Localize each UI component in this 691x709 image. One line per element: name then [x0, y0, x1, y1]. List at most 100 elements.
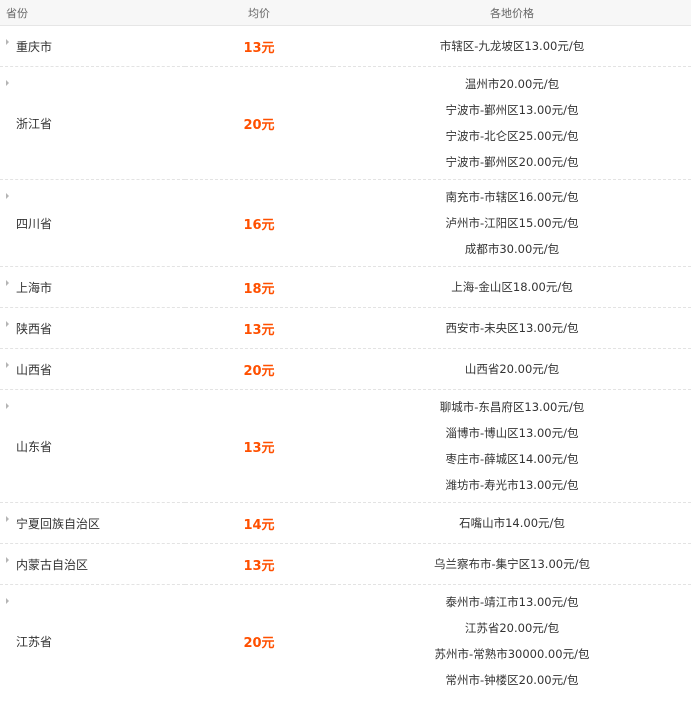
province-cell: 江苏省	[0, 585, 185, 698]
average-price-cell: 16元	[185, 179, 333, 267]
table-row[interactable]: 江苏省 20元 泰州市-靖江市13.00元/包 江苏省20.00元/包 苏州市-常熟市3…	[0, 585, 691, 698]
province-cell: 上海市	[0, 266, 185, 308]
regional-prices-cell: 聊城市-东昌府区13.00元/包 淄博市-博山区13.00元/包 枣庄市-薛城区14…	[333, 389, 691, 503]
regional-price-list: 石嘴山市14.00元/包	[333, 510, 691, 536]
province-name: 重庆市	[16, 39, 53, 54]
average-price-cell: 13元	[185, 543, 333, 585]
regional-price-item: 淄博市-博山区13.00元/包	[445, 426, 579, 440]
regional-price-item: 温州市20.00元/包	[464, 77, 560, 91]
average-price-cell: 13元	[185, 25, 333, 67]
regional-price-item: 江苏省20.00元/包	[464, 621, 560, 635]
average-price: 14元	[243, 517, 275, 533]
regional-price-item: 宁波市-鄞州区13.00元/包	[445, 103, 579, 117]
regional-price-item: 聊城市-东昌府区13.00元/包	[439, 400, 585, 414]
average-price-cell: 20元	[185, 66, 333, 180]
average-price: 18元	[243, 281, 275, 297]
average-price: 13元	[243, 558, 275, 574]
triangle-right-icon[interactable]	[6, 403, 9, 409]
regional-price-list: 南充市-市辖区16.00元/包 泸州市-江阳区15.00元/包 成都市30.00元/…	[333, 181, 691, 265]
average-price-cell: 13元	[185, 307, 333, 349]
table-row[interactable]: 山东省 13元 聊城市-东昌府区13.00元/包 淄博市-博山区13.00元/包 枣庄市…	[0, 389, 691, 503]
regional-price-list: 温州市20.00元/包宁波市-鄞州区13.00元/包 宁波市-北仑区25.00元/…	[333, 68, 691, 178]
average-price-cell: 13元	[185, 389, 333, 503]
regional-price-list: 聊城市-东昌府区13.00元/包 淄博市-博山区13.00元/包 枣庄市-薛城区14…	[333, 391, 691, 501]
province-cell: 重庆市	[0, 25, 185, 67]
regional-price-list: 上海-金山区18.00元/包	[333, 274, 691, 300]
province-cell: 四川省	[0, 179, 185, 267]
average-price: 13元	[243, 40, 275, 56]
province-name: 浙江省	[16, 116, 53, 131]
regional-prices-cell: 南充市-市辖区16.00元/包 泸州市-江阳区15.00元/包 成都市30.00元/…	[333, 179, 691, 267]
province-name: 陕西省	[16, 321, 53, 336]
average-price-cell: 20元	[185, 348, 333, 390]
regional-price-item: 石嘴山市14.00元/包	[459, 516, 565, 530]
regional-price-item: 宁波市-北仑区25.00元/包	[445, 129, 579, 143]
province-cell: 陕西省	[0, 307, 185, 349]
regional-price-list: 市辖区-九龙坡区13.00元/包	[333, 33, 691, 59]
header-average: 均价	[185, 0, 333, 26]
header-province: 省份	[0, 0, 185, 26]
table-row[interactable]: 四川省 16元 南充市-市辖区16.00元/包 泸州市-江阳区15.00元/包 成都市3…	[0, 179, 691, 267]
table-row[interactable]: 陕西省 13元 西安市-未央区13.00元/包	[0, 307, 691, 349]
triangle-right-icon[interactable]	[6, 193, 9, 199]
average-price-cell: 14元	[185, 502, 333, 544]
regional-prices-cell: 上海-金山区18.00元/包	[333, 266, 691, 308]
province-cell: 内蒙古自治区	[0, 543, 185, 585]
triangle-right-icon[interactable]	[6, 321, 9, 327]
average-price: 20元	[243, 117, 275, 133]
province-name: 四川省	[16, 216, 53, 231]
regional-price-item: 上海-金山区18.00元/包	[451, 280, 573, 294]
regional-price-item: 市辖区-九龙坡区13.00元/包	[439, 39, 585, 53]
average-price: 16元	[243, 217, 275, 233]
province-cell: 山东省	[0, 389, 185, 503]
average-price-cell: 18元	[185, 266, 333, 308]
regional-price-item: 成都市30.00元/包	[464, 242, 560, 256]
table-row[interactable]: 山西省 20元 山西省20.00元/包	[0, 348, 691, 390]
regional-price-list: 山西省20.00元/包	[333, 356, 691, 382]
triangle-right-icon[interactable]	[6, 80, 9, 86]
regional-price-item: 乌兰察布市-集宁区13.00元/包	[434, 557, 590, 571]
table-body: 重庆市 13元 市辖区-九龙坡区13.00元/包浙江省 20元 温州市20.00元/包宁…	[0, 25, 691, 698]
regional-price-item: 泸州市-江阳区15.00元/包	[445, 216, 579, 230]
table-row[interactable]: 重庆市 13元 市辖区-九龙坡区13.00元/包	[0, 25, 691, 67]
regional-prices-cell: 市辖区-九龙坡区13.00元/包	[333, 25, 691, 67]
regional-prices-cell: 乌兰察布市-集宁区13.00元/包	[333, 543, 691, 585]
province-name: 山东省	[16, 439, 53, 454]
header-row: 省份 均价 各地价格	[0, 0, 691, 26]
average-price-cell: 20元	[185, 585, 333, 698]
regional-price-item: 南充市-市辖区16.00元/包	[445, 190, 579, 204]
province-name: 内蒙古自治区	[16, 557, 89, 572]
regional-price-item: 常州市-钟楼区20.00元/包	[445, 673, 579, 687]
regional-price-list: 西安市-未央区13.00元/包	[333, 315, 691, 341]
table-header: 省份 均价 各地价格	[0, 0, 691, 26]
triangle-right-icon[interactable]	[6, 516, 9, 522]
triangle-right-icon[interactable]	[6, 557, 9, 563]
table-row[interactable]: 内蒙古自治区 13元 乌兰察布市-集宁区13.00元/包	[0, 543, 691, 585]
average-price: 13元	[243, 322, 275, 338]
average-price: 20元	[243, 635, 275, 651]
province-cell: 浙江省	[0, 66, 185, 180]
triangle-right-icon[interactable]	[6, 362, 9, 368]
triangle-right-icon[interactable]	[6, 280, 9, 286]
regional-price-item: 枣庄市-薛城区14.00元/包	[445, 452, 579, 466]
table-row[interactable]: 宁夏回族自治区 14元 石嘴山市14.00元/包	[0, 502, 691, 544]
table-row[interactable]: 浙江省 20元 温州市20.00元/包宁波市-鄞州区13.00元/包 宁波市-北仑区2…	[0, 66, 691, 180]
regional-price-item: 山西省20.00元/包	[464, 362, 560, 376]
regional-price-item: 泰州市-靖江市13.00元/包	[445, 595, 579, 609]
triangle-right-icon[interactable]	[6, 598, 9, 604]
regional-price-item: 宁波市-鄞州区20.00元/包	[445, 155, 579, 169]
province-cell: 宁夏回族自治区	[0, 502, 185, 544]
province-name: 江苏省	[16, 634, 53, 649]
regional-price-item: 西安市-未央区13.00元/包	[445, 321, 579, 335]
regional-price-item: 潍坊市-寿光市13.00元/包	[445, 478, 579, 492]
province-name: 山西省	[16, 362, 53, 377]
table-row[interactable]: 上海市 18元 上海-金山区18.00元/包	[0, 266, 691, 308]
regional-prices-cell: 石嘴山市14.00元/包	[333, 502, 691, 544]
regional-price-list: 乌兰察布市-集宁区13.00元/包	[333, 551, 691, 577]
price-table: 省份 均价 各地价格 重庆市 13元 市辖区-九龙坡区13.00元/包浙江省 20元 温…	[0, 0, 691, 697]
province-cell: 山西省	[0, 348, 185, 390]
province-name: 上海市	[16, 280, 53, 295]
triangle-right-icon[interactable]	[6, 39, 9, 45]
province-name: 宁夏回族自治区	[16, 516, 101, 531]
regional-prices-cell: 温州市20.00元/包宁波市-鄞州区13.00元/包 宁波市-北仑区25.00元/…	[333, 66, 691, 180]
